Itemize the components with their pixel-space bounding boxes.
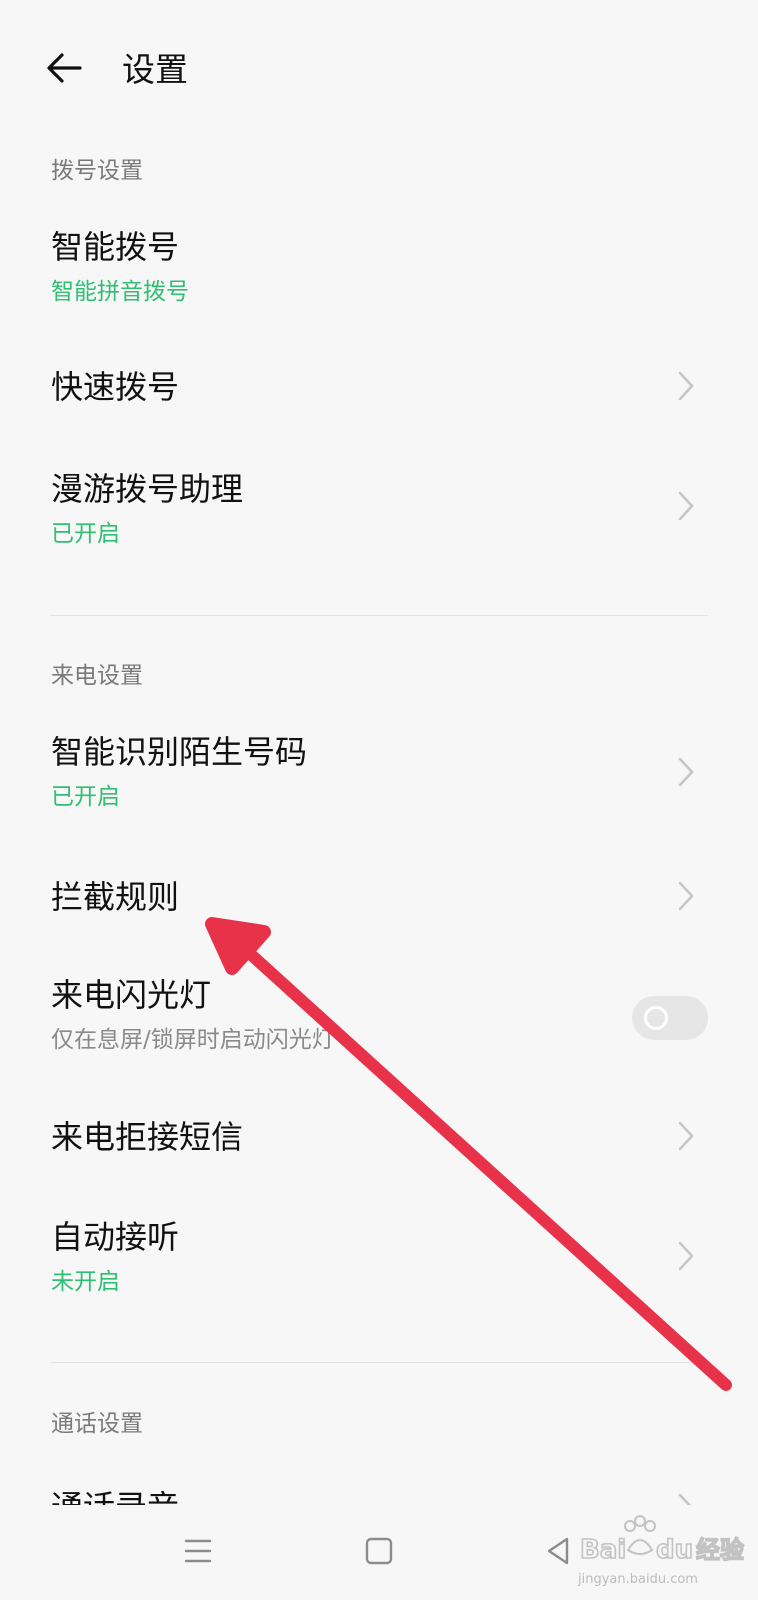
block-rules-item[interactable]: 拦截规则: [0, 860, 758, 940]
item-title: 拦截规则: [51, 878, 180, 916]
back-arrow-icon[interactable]: [40, 46, 92, 90]
divider: [51, 615, 708, 616]
watermark-url: jingyan.baidu.com: [578, 1572, 698, 1587]
svg-text:Bai: Bai: [580, 1535, 626, 1565]
roaming-dial-assistant-item[interactable]: 漫游拨号助理 已开启: [0, 452, 758, 562]
section-title-dial: 拨号设置: [51, 158, 143, 184]
divider: [51, 1362, 708, 1363]
item-title: 来电闪光灯: [51, 976, 212, 1014]
svg-text:du: du: [656, 1535, 693, 1565]
chevron-right-icon: [678, 1241, 694, 1271]
item-title: 漫游拨号助理: [51, 470, 244, 508]
section-title-call: 通话设置: [51, 1411, 143, 1437]
item-title: 快速拨号: [51, 368, 180, 406]
reject-sms-item[interactable]: 来电拒接短信: [0, 1100, 758, 1180]
home-icon[interactable]: [353, 1525, 405, 1577]
smart-identify-unknown-number-item[interactable]: 智能识别陌生号码 已开启: [0, 715, 758, 825]
item-title: 智能识别陌生号码: [51, 733, 308, 771]
chevron-right-icon: [678, 757, 694, 787]
call-recording-item[interactable]: 通话录音: [0, 1470, 758, 1510]
item-subtitle: 未开启: [51, 1269, 120, 1295]
speed-dial-item[interactable]: 快速拨号: [0, 350, 758, 430]
auto-answer-item[interactable]: 自动接听 未开启: [0, 1200, 758, 1310]
toggle-knob: [644, 1006, 668, 1030]
item-subtitle: 已开启: [51, 784, 120, 810]
smart-dial-item[interactable]: 智能拨号 智能拼音拨号: [0, 210, 758, 320]
chevron-right-icon: [678, 491, 694, 521]
item-subtitle: 已开启: [51, 521, 120, 547]
item-title: 智能拨号: [51, 228, 180, 266]
chevron-right-icon: [678, 881, 694, 911]
header: 设置: [0, 0, 758, 140]
baidu-watermark-logo: Bai du 经验 jingyan.baidu.com: [578, 1512, 754, 1596]
item-title: 自动接听: [51, 1218, 180, 1256]
item-subtitle: 智能拼音拨号: [51, 279, 189, 305]
section-title-incoming: 来电设置: [51, 663, 143, 689]
svg-text:经验: 经验: [696, 1536, 744, 1564]
item-title: 来电拒接短信: [51, 1118, 244, 1156]
page-title: 设置: [122, 50, 188, 89]
chevron-right-icon: [678, 371, 694, 401]
item-subtitle: 仅在息屏/锁屏时启动闪光灯: [51, 1027, 335, 1053]
menu-icon[interactable]: [172, 1525, 224, 1577]
chevron-right-icon: [678, 1121, 694, 1151]
flash-light-toggle[interactable]: [632, 996, 708, 1040]
